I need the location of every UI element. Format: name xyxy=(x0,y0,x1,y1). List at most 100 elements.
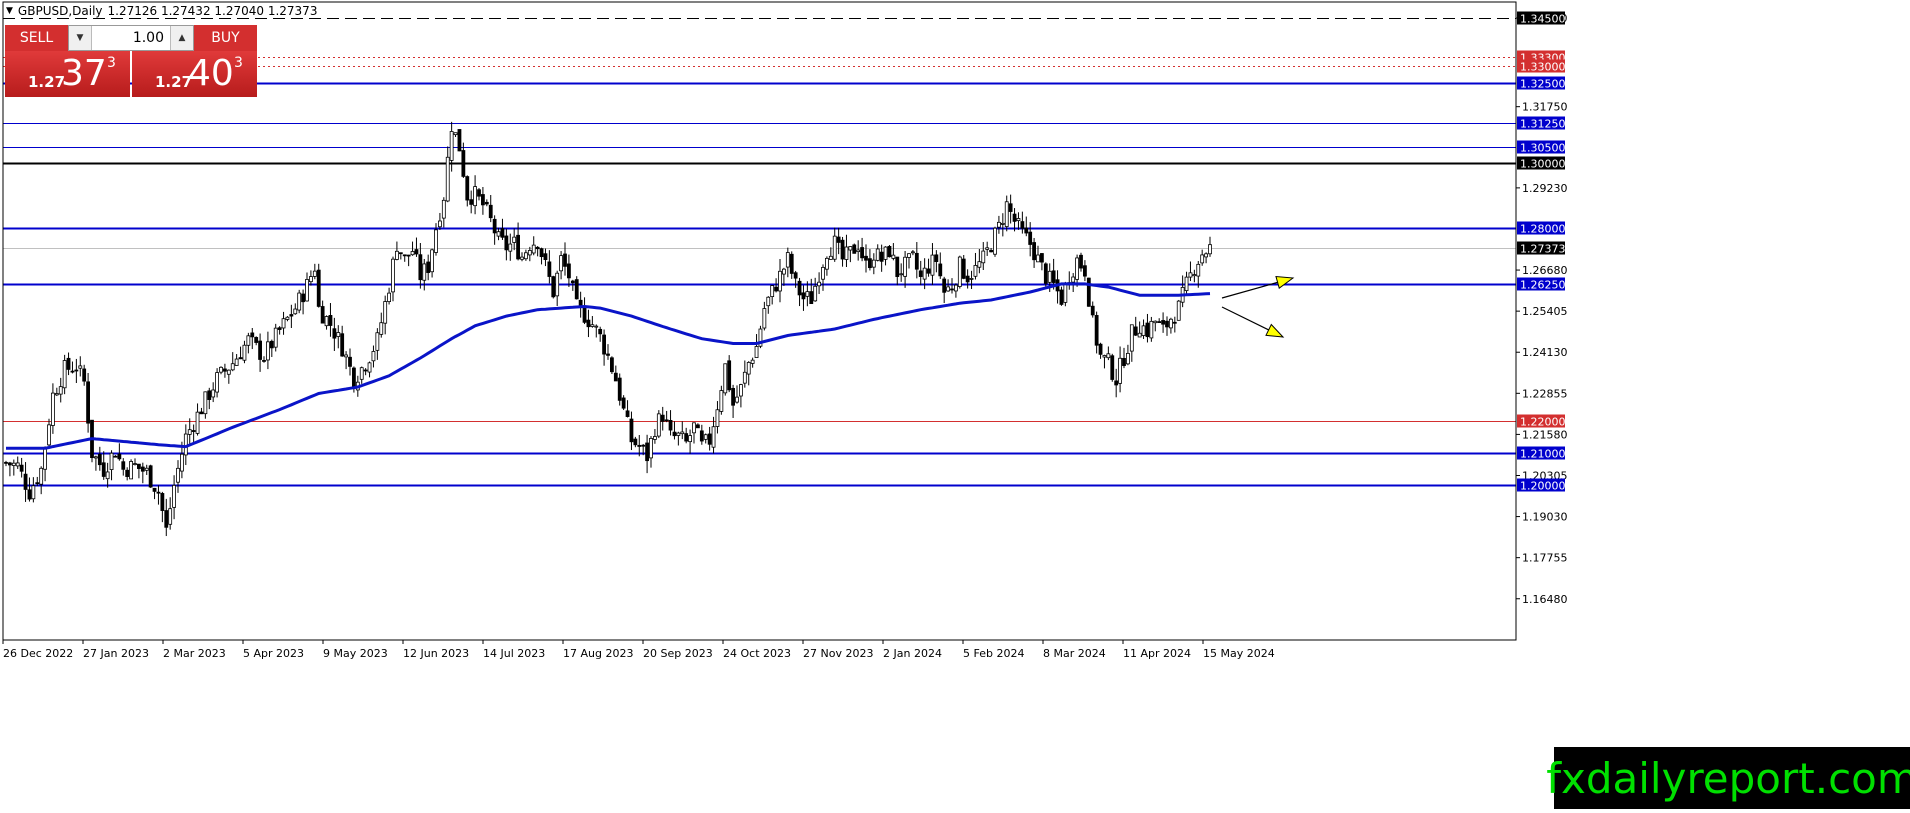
candle-body xyxy=(371,351,376,362)
candle-body xyxy=(817,281,821,287)
candle-body xyxy=(1118,357,1122,384)
lot-increase-icon[interactable]: ▲ xyxy=(170,26,193,50)
candle-body xyxy=(961,258,966,279)
candle-body xyxy=(301,293,305,303)
candle-body xyxy=(1129,324,1134,352)
sell-price-quote[interactable]: 1.27 37 3 xyxy=(5,51,130,97)
candle-body xyxy=(582,307,587,323)
x-tick-label: 20 Sep 2023 xyxy=(643,647,713,660)
candle-body xyxy=(836,236,841,243)
candle-body xyxy=(1098,343,1103,355)
candle-body xyxy=(1110,355,1115,380)
candle-body xyxy=(164,510,169,528)
candle-body xyxy=(516,234,520,260)
candle-body xyxy=(410,251,415,256)
candle-body xyxy=(1083,265,1087,277)
down-arrow-head[interactable] xyxy=(1265,323,1285,338)
candle-body xyxy=(574,279,579,300)
candle-body xyxy=(453,132,458,136)
candle-body xyxy=(1106,353,1111,359)
candle-body xyxy=(254,337,259,343)
x-tick-label: 5 Feb 2024 xyxy=(963,647,1024,660)
level-label: 1.20000 xyxy=(1520,480,1566,493)
candle-body xyxy=(539,248,544,258)
candle-body xyxy=(125,469,130,477)
price-chart[interactable]: 1.34500 1.31750 1.29230 1.26680 1.25405 1.241… xyxy=(0,0,1910,809)
lot-size-value[interactable]: 1.00 xyxy=(92,26,170,50)
buy-price-sup: 3 xyxy=(234,55,243,71)
candle-body xyxy=(316,269,321,307)
candle-body xyxy=(770,285,775,298)
candle-body xyxy=(230,363,235,371)
sell-button[interactable]: SELL xyxy=(5,25,68,51)
level-label: 1.27373 xyxy=(1520,243,1566,256)
candle-body xyxy=(395,250,399,260)
lot-size-field[interactable]: ▼ 1.00 ▲ xyxy=(68,25,194,51)
candle-body xyxy=(590,324,595,327)
candle-body xyxy=(422,263,427,281)
plot-frame xyxy=(2,1,1517,641)
candle-body xyxy=(715,409,720,427)
candle-body xyxy=(152,487,157,492)
candle-body xyxy=(1188,272,1193,278)
candle-body xyxy=(340,333,345,357)
candle-body xyxy=(563,253,567,267)
candle-body xyxy=(1114,380,1119,386)
candle-body xyxy=(965,275,970,283)
candle-body xyxy=(348,356,352,367)
lot-decrease-icon[interactable]: ▼ xyxy=(69,26,92,50)
candle-body xyxy=(1059,289,1064,305)
candle-body xyxy=(680,431,685,435)
candle-body xyxy=(782,268,786,275)
level-label: 1.30000 xyxy=(1520,158,1566,171)
candle-body xyxy=(1036,254,1040,263)
symbol-title: GBPUSD,Daily xyxy=(17,4,103,18)
candle-body xyxy=(1200,254,1205,264)
candle-body xyxy=(426,261,431,273)
candle-body xyxy=(918,270,923,277)
buy-button[interactable]: BUY xyxy=(194,25,257,51)
buy-price-quote[interactable]: 1.27 40 3 xyxy=(132,51,257,97)
candle-body xyxy=(473,186,477,207)
candle-body xyxy=(1071,276,1076,283)
candle-body xyxy=(1086,277,1091,307)
level-label: 1.32500 xyxy=(1520,78,1566,91)
candle-body xyxy=(641,444,646,447)
candle-body xyxy=(226,369,231,375)
candle-body xyxy=(70,370,75,373)
candle-body xyxy=(805,291,810,297)
candle-body xyxy=(993,227,997,255)
x-tick-label: 27 Jan 2023 xyxy=(83,647,149,660)
candle-body xyxy=(696,424,700,429)
candle-body xyxy=(762,308,767,329)
candle-body xyxy=(883,246,888,260)
level-label: 1.28000 xyxy=(1520,223,1566,236)
y-tick-label: 1.24130 xyxy=(1522,346,1568,359)
candle-body xyxy=(1032,242,1036,261)
level-label: 1.31250 xyxy=(1520,118,1566,131)
candle-body xyxy=(199,411,204,415)
candle-body xyxy=(1153,320,1158,324)
candle-body xyxy=(860,247,864,259)
symbol-dropdown-icon[interactable]: ▼ xyxy=(6,6,13,16)
candle-body xyxy=(258,340,262,360)
candle-body xyxy=(766,296,771,307)
up-arrow-head[interactable] xyxy=(1275,276,1295,289)
candle-body xyxy=(973,265,978,277)
candle-body xyxy=(930,254,935,276)
x-tick-label: 17 Aug 2023 xyxy=(563,647,633,660)
candle-body xyxy=(1184,276,1189,292)
candle-body xyxy=(813,285,818,302)
y-tick-label: 1.22855 xyxy=(1522,387,1568,400)
price-axis: 1.34500 1.31750 1.29230 1.26680 1.25405 1.241… xyxy=(2,1,1568,641)
candle-body xyxy=(297,292,302,311)
level-label: 1.34500 xyxy=(1520,13,1566,26)
candle-body xyxy=(144,467,149,471)
level-label: 1.30500 xyxy=(1520,142,1566,155)
candle-body xyxy=(1145,322,1150,338)
chart-canvas[interactable]: 1.34500 1.31750 1.29230 1.26680 1.25405 1.241… xyxy=(0,0,1910,809)
candle-body xyxy=(105,471,110,480)
candle-body xyxy=(160,493,165,511)
candle-body xyxy=(594,325,599,328)
x-tick-label: 24 Oct 2023 xyxy=(723,647,791,660)
